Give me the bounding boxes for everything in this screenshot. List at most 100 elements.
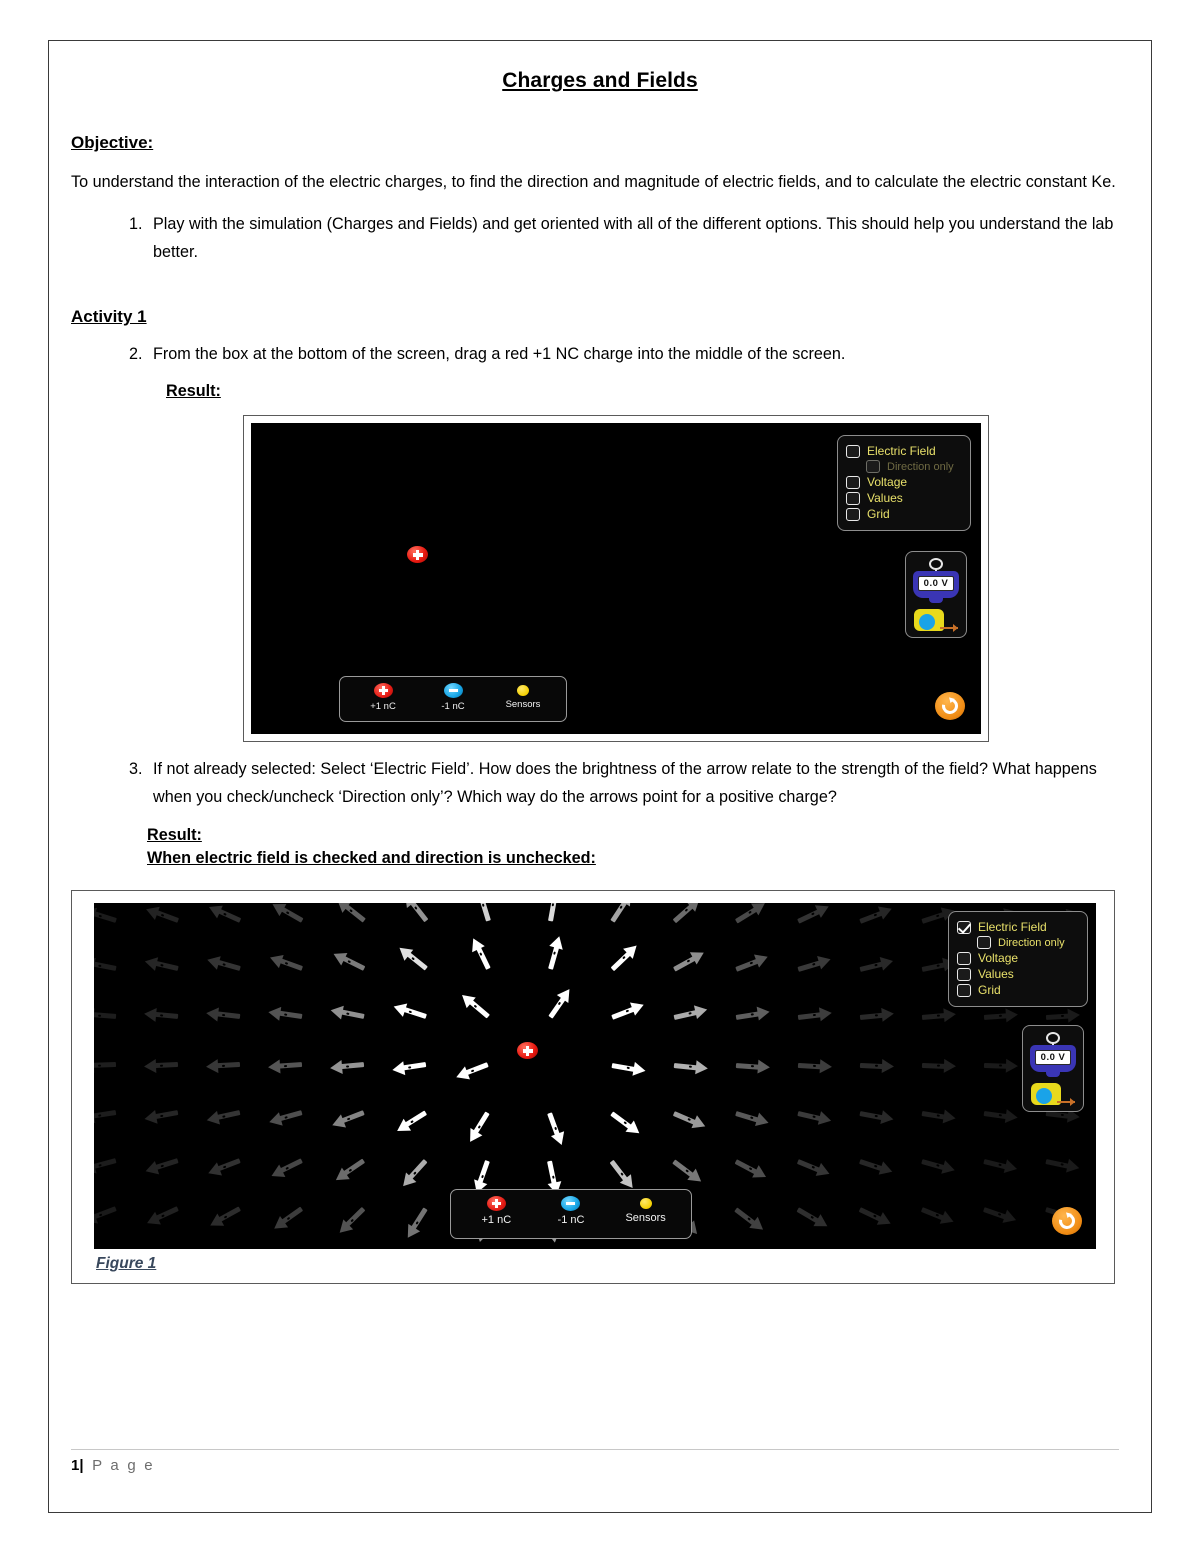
field-vector-arrow (143, 903, 181, 928)
field-vector-arrow (94, 1058, 117, 1074)
field-vector-arrow (1045, 1008, 1081, 1024)
field-vector-arrow (671, 1107, 709, 1133)
field-vector-arrow (544, 985, 576, 1021)
checkbox-row-direction-only[interactable]: Direction only (977, 936, 1077, 950)
field-vector-arrow (143, 1058, 179, 1074)
bucket-item-sensors[interactable]: Sensors (492, 683, 554, 710)
field-vector-arrow (94, 904, 118, 928)
result-label-1: Result: (166, 382, 221, 401)
grid-label: Grid (867, 507, 890, 522)
measuring-tape-tool[interactable] (1031, 1081, 1075, 1107)
field-vector-arrow (796, 952, 833, 976)
bucket-item-positive[interactable]: +1 nC (352, 683, 414, 712)
tools-panel: 0.0 V (1022, 1025, 1084, 1113)
tools-panel: 0.0 V (905, 551, 967, 639)
field-vector-arrow (471, 903, 494, 923)
instruction-list-2: From the box at the bottom of the screen… (71, 341, 1129, 369)
field-vector-arrow (857, 903, 895, 928)
values-checkbox[interactable] (957, 967, 971, 981)
negative-charge-icon (561, 1196, 581, 1212)
field-vector-arrow (609, 998, 647, 1023)
field-vector-arrow (205, 1155, 243, 1180)
bucket-label-negative: -1 nC (557, 1214, 585, 1227)
bucket-label-negative: -1 nC (441, 701, 465, 713)
objective-text: To understand the interaction of the ele… (71, 173, 1116, 191)
control-panel: Electric Field Direction only Voltage Va… (837, 435, 971, 532)
field-vector-arrow (1045, 1154, 1081, 1176)
direction-only-checkbox[interactable] (866, 460, 880, 474)
checkbox-row-voltage[interactable]: Voltage (957, 951, 1077, 965)
bucket-label-sensors: Sensors (625, 1212, 666, 1225)
field-vector-arrow (983, 1106, 1019, 1125)
voltmeter-tool[interactable]: 0.0 V (1030, 1032, 1076, 1078)
footer-page-word: P a g e (92, 1457, 155, 1474)
field-vector-arrow (94, 1007, 117, 1024)
electric-field-checkbox[interactable] (957, 920, 971, 934)
voltmeter-body: 0.0 V (1030, 1045, 1076, 1078)
reset-button[interactable] (935, 692, 965, 721)
field-vector-arrow (395, 942, 430, 974)
measuring-tape-tool[interactable] (914, 607, 958, 633)
voltage-checkbox[interactable] (846, 475, 860, 489)
checkbox-row-voltage[interactable]: Voltage (846, 475, 960, 489)
electric-field-checkbox[interactable] (846, 444, 860, 458)
field-vector-arrow (858, 1155, 895, 1179)
bucket-item-negative[interactable]: -1 nC (540, 1196, 602, 1226)
voltage-label: Voltage (978, 951, 1019, 966)
voltmeter-tool[interactable]: 0.0 V (913, 558, 959, 604)
field-vector-arrow (391, 999, 429, 1024)
field-vector-arrow (334, 1204, 369, 1238)
field-vector-arrow (795, 1155, 833, 1181)
tape-line (1057, 1098, 1075, 1107)
field-vector-arrow (205, 1106, 241, 1128)
control-panel: Electric Field Direction only Voltage Va… (948, 911, 1088, 1008)
field-vector-arrow (733, 1155, 770, 1184)
grid-checkbox[interactable] (957, 983, 971, 997)
sensor-icon (517, 685, 529, 697)
checkbox-row-values[interactable]: Values (846, 491, 960, 505)
tape-hole (919, 614, 935, 631)
field-vector-arrow (393, 1107, 429, 1138)
field-vector-arrow (94, 1203, 119, 1228)
field-vector-arrow (733, 950, 771, 975)
field-vector-arrow (608, 1108, 644, 1140)
bucket-item-sensors[interactable]: Sensors (615, 1196, 677, 1224)
field-vector-arrow (543, 1111, 569, 1148)
field-vector-arrow (983, 1058, 1019, 1074)
field-vector-arrow (797, 1006, 833, 1024)
list-item: Play with the simulation (Charges and Fi… (147, 211, 1129, 267)
bucket-item-positive[interactable]: +1 nC (465, 1196, 527, 1226)
reset-button[interactable] (1052, 1207, 1082, 1236)
field-vector-arrow (735, 1058, 771, 1075)
field-vector-arrow (143, 1106, 179, 1127)
checkbox-row-electric-field[interactable]: Electric Field (957, 920, 1077, 934)
list-item: If not already selected: Select ‘Electri… (147, 756, 1129, 812)
bucket-item-negative[interactable]: -1 nC (422, 683, 484, 712)
values-checkbox[interactable] (846, 491, 860, 505)
field-vector-arrow (859, 1006, 895, 1024)
field-vector-arrow (267, 1106, 304, 1130)
field-vector-arrow (921, 1106, 957, 1126)
field-vector-arrow (607, 940, 642, 975)
field-vector-arrow (269, 903, 305, 927)
voltage-checkbox[interactable] (957, 951, 971, 965)
field-vector-arrow (859, 1058, 895, 1074)
checkbox-row-grid[interactable]: Grid (957, 983, 1077, 997)
grid-checkbox[interactable] (846, 507, 860, 521)
field-vector-arrow (670, 1156, 706, 1188)
field-vector-arrow (267, 1058, 303, 1075)
checkbox-row-electric-field[interactable]: Electric Field (846, 444, 960, 458)
field-vector-arrow (143, 954, 179, 976)
checkbox-row-grid[interactable]: Grid (846, 507, 960, 521)
field-vector-arrow (397, 1156, 431, 1192)
placed-positive-charge[interactable] (407, 546, 428, 564)
field-vector-arrow (797, 1058, 833, 1075)
checkbox-row-direction-only[interactable]: Direction only (866, 460, 960, 474)
field-vector-arrow (983, 1007, 1019, 1024)
reset-icon (938, 695, 962, 718)
voltmeter-reading: 0.0 V (1035, 1050, 1071, 1066)
checkbox-row-values[interactable]: Values (957, 967, 1077, 981)
direction-only-checkbox[interactable] (977, 936, 991, 950)
field-vector-arrow (673, 1058, 709, 1076)
electric-field-label: Electric Field (978, 920, 1047, 935)
